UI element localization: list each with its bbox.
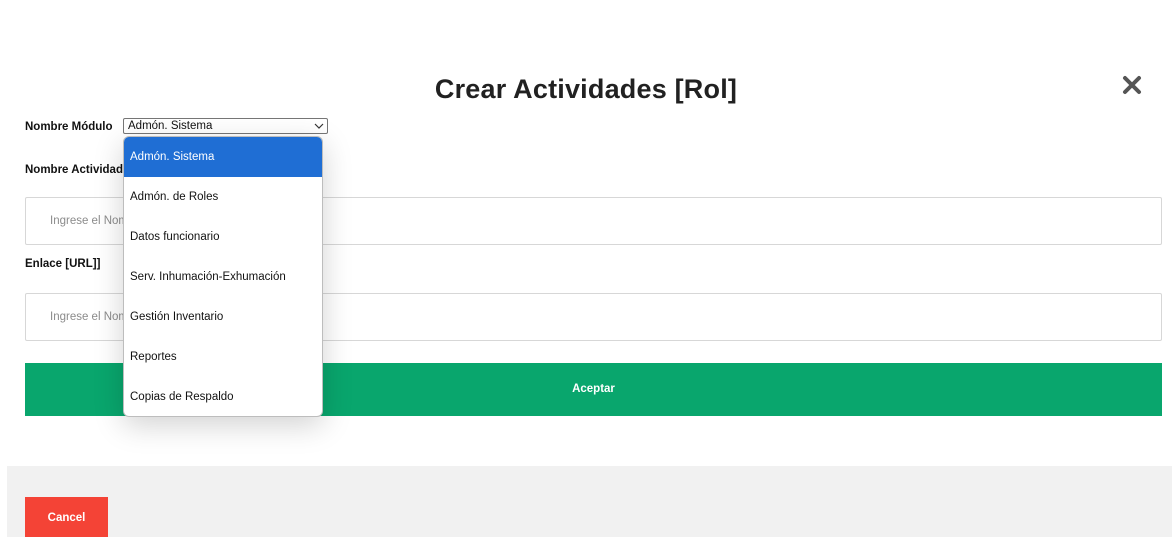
cancel-button[interactable]: Cancel <box>25 497 108 537</box>
url-label: Enlace [URL]] <box>25 258 101 270</box>
chevron-down-icon <box>314 123 324 129</box>
option-gestion-inventario[interactable]: Gestión Inventario <box>124 297 322 337</box>
option-admon-roles[interactable]: Admón. de Roles <box>124 177 322 217</box>
option-admon-sistema[interactable]: Admón. Sistema <box>124 137 322 177</box>
activity-label: Nombre Actividad <box>25 164 123 176</box>
modal-dialog: Crear Actividades [Rol] Nombre Módulo Ad… <box>0 0 1172 537</box>
option-copias-respaldo[interactable]: Copias de Respaldo <box>124 377 322 416</box>
close-icon[interactable] <box>1120 73 1144 97</box>
option-serv-inhumacion[interactable]: Serv. Inhumación-Exhumación <box>124 257 322 297</box>
module-select-value: Admón. Sistema <box>128 120 213 132</box>
modal-footer <box>7 466 1172 537</box>
option-reportes[interactable]: Reportes <box>124 337 322 377</box>
module-select[interactable]: Admón. Sistema <box>123 118 328 134</box>
option-datos-funcionario[interactable]: Datos funcionario <box>124 217 322 257</box>
module-dropdown-list: Admón. Sistema Admón. de Roles Datos fun… <box>123 136 323 417</box>
dialog-title: Crear Actividades [Rol] <box>434 74 738 104</box>
module-label: Nombre Módulo <box>25 121 113 133</box>
